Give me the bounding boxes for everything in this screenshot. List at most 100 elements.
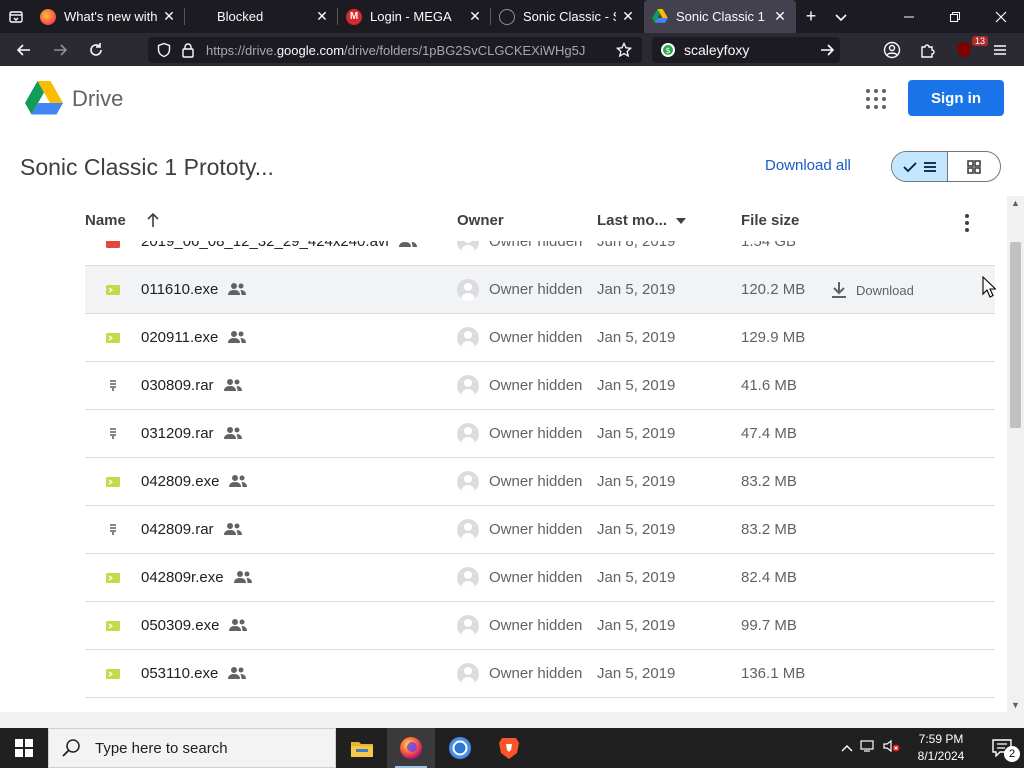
vertical-scrollbar[interactable]: ▲ ▼	[1007, 196, 1024, 712]
column-header-file-size[interactable]: File size	[741, 212, 799, 232]
file-size: 47.4 MB	[741, 425, 797, 442]
close-tab-icon[interactable]: ✕	[620, 8, 636, 25]
extensions-button[interactable]	[910, 33, 946, 66]
tab-mega-login[interactable]: M Login - MEGA ✕	[338, 0, 491, 33]
back-button[interactable]	[6, 33, 42, 66]
shield-icon[interactable]	[152, 42, 176, 58]
column-header-owner[interactable]: Owner	[457, 212, 504, 232]
list-all-tabs-button[interactable]	[826, 0, 856, 33]
taskbar-brave[interactable]	[485, 728, 533, 768]
file-owner: Owner hidden	[489, 521, 583, 538]
executable-file-icon	[105, 474, 121, 490]
taskbar-clock[interactable]: 7:59 PM 8/1/2024	[910, 731, 972, 765]
ublock-extension-button[interactable]: 13	[946, 33, 988, 66]
taskbar-search-box[interactable]: Type here to search	[48, 728, 336, 768]
file-size: 136.1 MB	[741, 665, 806, 682]
close-tab-icon[interactable]: ✕	[467, 8, 483, 25]
file-row[interactable]: 042809.exe Owner hidden Jan 5, 2019 83.2 MB	[85, 458, 995, 506]
tab-list-button[interactable]	[0, 0, 32, 33]
scroll-up-arrow-icon[interactable]: ▲	[1011, 198, 1020, 208]
file-name[interactable]: 042809.rar	[141, 521, 214, 538]
forward-button[interactable]	[42, 33, 78, 66]
taskbar-file-explorer[interactable]	[338, 728, 386, 768]
list-view-button[interactable]	[892, 152, 948, 181]
close-tab-icon[interactable]: ✕	[772, 8, 788, 25]
file-row[interactable]: 053110.exe Owner hidden Jan 5, 2019 136.1 M…	[85, 650, 995, 698]
file-name[interactable]: 042809.exe	[141, 473, 219, 490]
file-row[interactable]: 050309.exe Owner hidden Jan 5, 2019 99.7 MB	[85, 602, 995, 650]
file-owner: Owner hidden	[489, 569, 583, 586]
notification-center-button[interactable]: 2	[980, 728, 1024, 768]
file-name[interactable]: 2019_06_08_12_32_29_424x240.avi	[141, 241, 389, 250]
account-icon	[883, 41, 901, 58]
file-modified-date: Jan 5, 2019	[597, 617, 676, 634]
column-header-last-modified[interactable]: Last mo...	[597, 212, 687, 232]
lock-icon[interactable]	[176, 42, 200, 58]
file-name[interactable]: 042809r.exe	[141, 569, 224, 586]
download-file-button[interactable]: Download	[831, 278, 914, 302]
file-row[interactable]: 011610.exe Owner hidden Jan 5, 2019 120.2 M…	[85, 266, 995, 314]
sign-in-button[interactable]: Sign in	[908, 80, 1004, 116]
search-engine-icon[interactable]: $	[656, 38, 680, 62]
search-input[interactable]: scaleyfoxy	[680, 42, 814, 58]
close-tab-icon[interactable]: ✕	[314, 8, 330, 25]
close-window-button[interactable]	[978, 0, 1024, 33]
file-name[interactable]: 050309.exe	[141, 617, 219, 634]
search-icon	[62, 739, 80, 757]
file-owner: Owner hidden	[489, 377, 583, 394]
url-bar[interactable]: https://drive.google.com/drive/folders/1…	[148, 37, 642, 63]
file-name[interactable]: 011610.exe	[141, 281, 218, 298]
close-tab-icon[interactable]: ✕	[161, 8, 177, 25]
page-bottom-strip	[0, 712, 1024, 728]
volume-muted-icon[interactable]	[880, 739, 904, 758]
shared-people-icon	[234, 570, 252, 584]
file-row[interactable]: 2019_06_08_12_32_29_424x240.avi Owner hid…	[85, 241, 995, 266]
google-apps-icon[interactable]	[866, 89, 886, 109]
grid-view-button[interactable]	[948, 152, 1000, 181]
file-row[interactable]: 031209.rar Owner hidden Jan 5, 2019 47.4 MB	[85, 410, 995, 458]
drive-logo-text[interactable]: Drive	[72, 86, 123, 112]
file-name[interactable]: 053110.exe	[141, 665, 218, 682]
bookmark-star-icon[interactable]	[612, 42, 636, 58]
restore-button[interactable]	[932, 0, 978, 33]
tab-whats-new[interactable]: What's new with F ✕	[32, 0, 185, 33]
file-row[interactable]: 020911.exe Owner hidden Jan 5, 2019 129.9 M…	[85, 314, 995, 362]
network-icon[interactable]	[856, 739, 880, 758]
file-name[interactable]: 031209.rar	[141, 425, 214, 442]
scroll-down-arrow-icon[interactable]: ▼	[1011, 700, 1020, 710]
sort-arrow-up-icon[interactable]	[146, 212, 160, 233]
file-row[interactable]: 042809.rar Owner hidden Jan 5, 2019 83.2 MB	[85, 506, 995, 554]
file-row[interactable]: 042809r.exe Owner hidden Jan 5, 2019 82.4 M…	[85, 554, 995, 602]
owner-avatar	[457, 567, 479, 589]
file-name[interactable]: 020911.exe	[141, 329, 218, 346]
search-bar[interactable]: $ scaleyfoxy	[652, 37, 840, 63]
download-all-button[interactable]: Download all	[765, 157, 851, 174]
more-options-icon[interactable]	[964, 214, 970, 232]
file-name[interactable]: 030809.rar	[141, 377, 214, 394]
new-tab-button[interactable]: +	[796, 0, 826, 33]
search-go-button[interactable]	[814, 42, 840, 58]
shared-people-icon	[228, 666, 246, 680]
start-button[interactable]	[0, 728, 48, 768]
scrollbar-thumb[interactable]	[1010, 242, 1021, 428]
file-row[interactable]: 030809.rar Owner hidden Jan 5, 2019 41.6 MB	[85, 362, 995, 410]
taskbar-chrome[interactable]	[436, 728, 484, 768]
folder-title: Sonic Classic 1 Prototy...	[20, 154, 274, 180]
owner-avatar	[457, 423, 479, 445]
taskbar-firefox[interactable]	[387, 728, 435, 768]
scaley-icon	[499, 8, 515, 25]
minimize-button[interactable]	[886, 0, 932, 33]
url-text[interactable]: https://drive.google.com/drive/folders/1…	[206, 43, 612, 58]
chrome-icon	[449, 737, 471, 759]
tab-blocked[interactable]: Blocked ✕	[185, 0, 338, 33]
reload-button[interactable]	[78, 33, 114, 66]
tab-sonic-prototype[interactable]: Sonic Classic 1 Prot ✕	[644, 0, 796, 33]
firefox-icon	[40, 8, 56, 25]
tray-overflow-chevron-icon[interactable]	[838, 739, 856, 757]
owner-avatar	[457, 279, 479, 301]
google-drive-logo[interactable]	[25, 81, 63, 115]
notification-count-badge: 2	[1004, 746, 1020, 762]
column-header-name[interactable]: Name	[85, 212, 126, 232]
account-button[interactable]	[874, 33, 910, 66]
tab-sonic-classic[interactable]: Sonic Classic - Sca ✕	[491, 0, 644, 33]
